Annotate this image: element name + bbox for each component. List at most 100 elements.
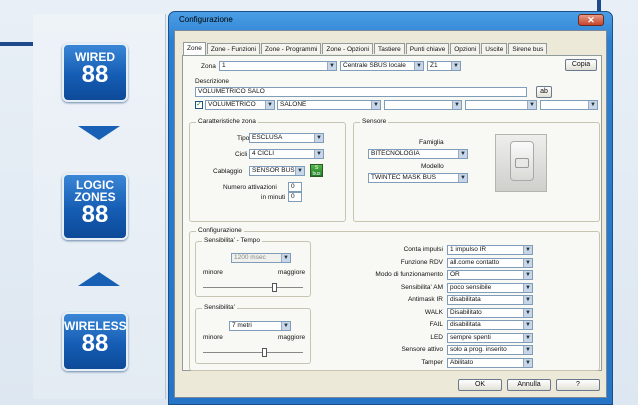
option-select[interactable]: 1 impulso IR ▼ [447,245,533,255]
tab-zone-programmi[interactable]: Zone - Programmi [261,43,322,54]
option-value: Abilitato [450,358,474,366]
badge-wired: WIRED 88 [62,43,128,102]
tab-content: Zona 1 ▼ Centrale SBUS locale ▼ Z1 ▼ Copia … [182,55,602,371]
ok-button[interactable]: OK [458,379,502,391]
chevron-down-icon: ▼ [523,296,532,304]
option-select[interactable]: sempre spenti ▼ [447,332,533,343]
sens-tempo-title: Sensibilita' - Tempo [202,237,263,244]
desc-select-1-value: VOLUMETRICO [208,101,256,108]
minuti-input[interactable]: 0 [288,192,302,202]
num-att-input[interactable]: 0 [288,182,302,192]
descrizione-input[interactable]: VOLUMETRICO SALO [195,87,527,97]
option-value: sempre spenti [450,333,491,341]
sens-tempo-select[interactable]: 1200 msec ▼ [231,253,291,263]
help-button[interactable]: ? [556,379,600,391]
chevron-down-icon: ▼ [371,101,380,109]
tab-opzioni[interactable]: Opzioni [450,43,481,54]
tab-zone-opzioni[interactable]: Zone - Opzioni [322,43,374,54]
tab-zone[interactable]: Zone [183,42,206,55]
cicli-select[interactable]: 4 CICLI ▼ [249,149,324,159]
sensor-image [495,134,547,192]
edit-description-button[interactable]: ab [536,86,552,98]
sens-tempo-slider-track [203,287,303,288]
chevron-down-icon: ▼ [523,333,532,342]
sensor-bus-button[interactable]: S bus [310,164,323,177]
zona-select[interactable]: 1 ▼ [219,61,337,71]
window-title: Configurazione [179,15,233,24]
sens-tempo-value: 1200 [234,254,249,261]
desc-select-2[interactable]: SALONE ▼ [277,100,381,110]
sensor-body [510,141,534,181]
zona-label: Zona [201,63,216,70]
sens-tempo-slider-thumb[interactable] [272,283,277,292]
option-select[interactable]: Disabilitato ▼ [447,307,533,318]
chevron-down-icon: ▼ [523,358,532,367]
description-checkbox[interactable]: ✓ [195,101,203,109]
tipo-select[interactable]: ESCLUSA ▼ [249,133,324,143]
sens-select[interactable]: 7 metri ▼ [229,321,291,331]
badge-number: 88 [81,61,109,88]
tipo-label: Tipo [237,135,250,142]
tab-tastiere[interactable]: Tastiere [374,43,405,54]
cablaggio-select[interactable]: SENSOR BUS ▼ [249,166,305,176]
configurazione-title: Configurazione [196,227,244,234]
cicli-value: 4 CICLI [252,150,275,157]
modello-select[interactable]: TWINTEC MASK BUS ▼ [368,173,468,183]
option-label: Antimask IR [407,296,443,303]
z-select[interactable]: Z1 ▼ [427,61,461,71]
chevron-down-icon: ▼ [523,308,532,317]
option-label: Sensibilita' AM [400,283,443,291]
chevron-down-icon: ▼ [281,254,290,262]
close-button[interactable]: ✕ [578,14,604,26]
annulla-button[interactable]: Annulla [507,379,551,391]
sensor-lens [515,158,529,168]
tipo-value: ESCLUSA [252,134,283,141]
option-select[interactable]: solo a prog. inserito ▼ [447,345,533,355]
desc-select-5[interactable]: ▼ [540,100,598,110]
chevron-down-icon: ▼ [523,271,532,279]
badge-number: 88 [81,330,109,357]
tab-punti-chiave[interactable]: Punti chiave [405,43,450,54]
maggiore-label-2: maggiore [278,334,306,341]
configuration-window: Configurazione ✕ Zone Zone - Funzioni Zo… [168,11,613,405]
option-select[interactable]: disabilitata ▼ [447,320,533,330]
centrale-select[interactable]: Centrale SBUS locale ▼ [340,61,424,71]
arrow-up-icon [78,272,120,286]
chevron-down-icon: ▼ [451,62,460,70]
famiglia-select[interactable]: BITECNOLOGIA ▼ [368,149,468,159]
option-label: WALK [424,308,443,316]
desc-select-4[interactable]: ▼ [465,100,537,110]
option-value: disabilitata [450,321,481,328]
minore-label-1: minore [203,269,223,276]
option-label: Tamper [421,358,443,366]
desc-select-1[interactable]: VOLUMETRICO ▼ [205,100,275,110]
chevron-down-icon: ▼ [458,150,467,158]
tab-uscite[interactable]: Uscite [481,43,508,54]
option-select[interactable]: disabilitata ▼ [447,295,533,305]
caratteristiche-title: Caratteristiche zona [196,118,258,125]
badge-title: LOGIC ZONES [74,178,116,204]
sens-tempo-unit: msec [250,254,266,261]
chevron-down-icon: ▼ [523,258,532,267]
cicli-label: Cicli [235,151,248,158]
option-value: Disabilitato [450,308,482,316]
option-select[interactable]: OR ▼ [447,270,533,280]
tab-sirene-bus[interactable]: Sirene bus [508,43,548,54]
tab-zone-funzioni[interactable]: Zone - Funzioni [206,43,260,54]
option-select[interactable]: Abilitato ▼ [447,357,533,368]
sens-slider-track [203,352,303,353]
sens-title: Sensibilita' [202,304,237,311]
option-select[interactable]: all.come contatto ▼ [447,257,533,268]
famiglia-value: BITECNOLOGIA [371,150,420,157]
title-bar[interactable]: Configurazione ✕ [169,12,612,28]
chevron-down-icon: ▼ [281,322,290,330]
sens-slider-thumb[interactable] [262,348,267,357]
descrizione-label: Descrizione [195,78,229,85]
option-select[interactable]: poco sensibile ▼ [447,282,533,293]
copia-button[interactable]: Copia [565,59,597,71]
z-value: Z1 [430,62,438,69]
option-label: FAIL [429,321,443,328]
chevron-down-icon: ▼ [527,101,536,109]
desc-select-3[interactable]: ▼ [384,100,462,110]
window-client: Zone Zone - Funzioni Zone - Programmi Zo… [174,30,607,398]
